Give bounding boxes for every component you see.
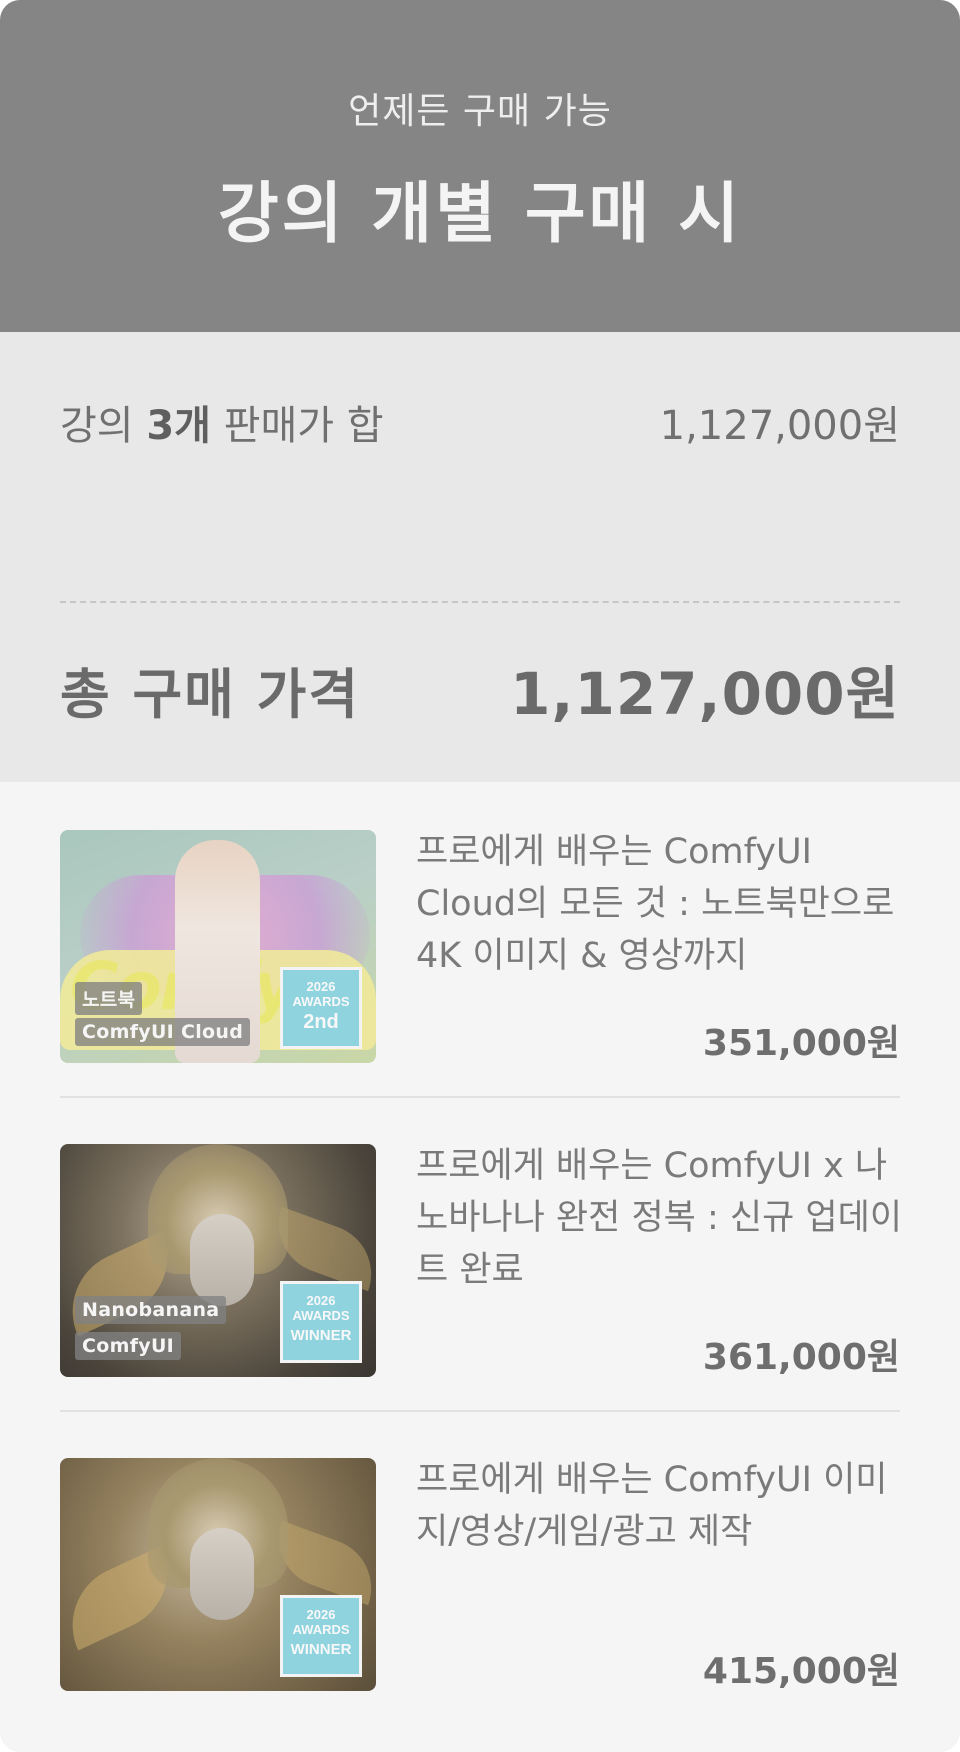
course-thumbnail[interactable]: 2026 AWARDS WINNER <box>60 1458 376 1691</box>
award-badge: 2026 AWARDS WINNER <box>280 1281 362 1363</box>
award-label: AWARDS <box>292 994 350 1009</box>
award-rank: 2nd <box>303 1011 339 1033</box>
total-label: 총 구매 가격 <box>60 662 360 726</box>
award-badge: 2026 AWARDS 2nd <box>280 967 362 1049</box>
subtotal-label-prefix: 강의 <box>60 403 147 449</box>
award-label: AWARDS <box>292 1622 350 1637</box>
course-title[interactable]: 프로에게 배우는 ComfyUI x 나노바나나 완전 정복 : 신규 업데이트… <box>416 1140 906 1296</box>
award-rank: WINNER <box>290 1641 352 1658</box>
course-thumbnail[interactable]: Nanobanana ComfyUI 2026 AWARDS WINNER <box>60 1144 376 1377</box>
award-year: 2026 <box>306 979 336 994</box>
course-tag: 노트북 <box>75 982 143 1015</box>
subtotal-value: 1,127,000원 <box>659 403 900 449</box>
subtotal-label-suffix: 판매가 합 <box>210 403 384 449</box>
subtotal-label: 강의 3개 판매가 합 <box>60 393 384 451</box>
award-year: 2026 <box>306 1293 336 1308</box>
subtotal-count: 3개 <box>146 403 211 449</box>
header-subtitle: 언제든 구매 가능 <box>348 91 612 132</box>
award-badge: 2026 AWARDS WINNER <box>280 1595 362 1677</box>
course-tag: Nanobanana <box>75 1296 227 1324</box>
award-rank: WINNER <box>290 1327 352 1344</box>
price-summary: 강의 3개 판매가 합 1,127,000원 총 구매 가격 1,127,000… <box>0 332 960 782</box>
course-price: 415,000원 <box>702 1651 900 1692</box>
pricing-card: 언제든 구매 가능 강의 개별 구매 시 강의 3개 판매가 합 1,127,0… <box>0 0 960 1752</box>
course-tag: ComfyUI <box>75 1332 182 1360</box>
total-value: 1,127,000원 <box>510 660 900 728</box>
course-tag: ComfyUI Cloud <box>75 1018 251 1046</box>
total-row: 총 구매 가격 1,127,000원 <box>60 654 900 728</box>
thumbnail-figure <box>190 1214 254 1306</box>
pricing-header: 언제든 구매 가능 강의 개별 구매 시 <box>0 0 960 332</box>
award-label: AWARDS <box>292 1308 350 1323</box>
course-item[interactable]: Nanobanana ComfyUI 2026 AWARDS WINNER 프로… <box>60 1096 902 1412</box>
header-title: 강의 개별 구매 시 <box>218 175 742 252</box>
award-year: 2026 <box>306 1607 336 1622</box>
course-thumbnail[interactable]: Comfyu 노트북 ComfyUI Cloud 2026 AWARDS 2nd <box>60 830 376 1063</box>
thumbnail-figure <box>190 1528 254 1620</box>
subtotal-row: 강의 3개 판매가 합 1,127,000원 <box>60 392 900 452</box>
course-price: 351,000원 <box>702 1023 900 1064</box>
course-item[interactable]: Comfyu 노트북 ComfyUI Cloud 2026 AWARDS 2nd… <box>60 782 900 1098</box>
course-price: 361,000원 <box>702 1337 900 1378</box>
course-title[interactable]: 프로에게 배우는 ComfyUI 이미지/영상/게임/광고 제작 <box>416 1454 906 1558</box>
dashed-divider <box>60 601 900 603</box>
course-title[interactable]: 프로에게 배우는 ComfyUI Cloud의 모든 것 : 노트북만으로 4K… <box>416 826 906 982</box>
course-item[interactable]: 2026 AWARDS WINNER 프로에게 배우는 ComfyUI 이미지/… <box>60 1410 900 1724</box>
